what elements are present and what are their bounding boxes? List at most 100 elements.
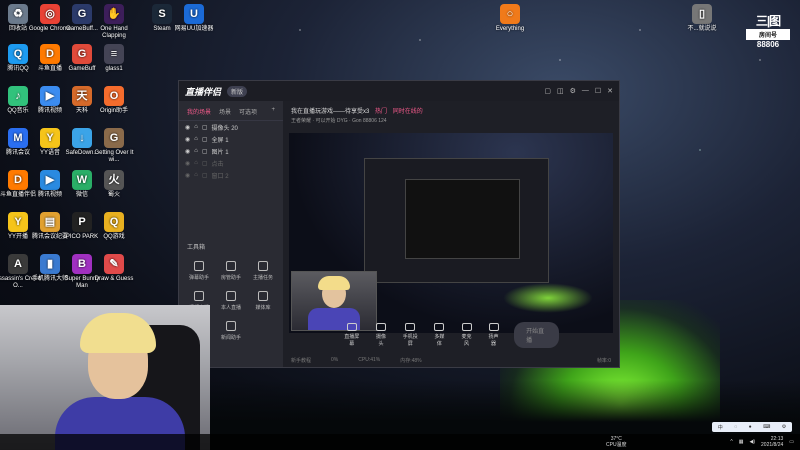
game-icon: A	[8, 254, 28, 274]
gift-icon[interactable]: ◫	[557, 87, 564, 95]
streamer-hair	[318, 276, 350, 290]
eye-icon[interactable]: ◉	[185, 124, 190, 131]
scene-item[interactable]: ◉ ⌂ ▢ 图片 1	[179, 145, 283, 157]
tool-item[interactable]: 本人直播	[215, 291, 247, 311]
eye-icon[interactable]: ◉	[185, 148, 190, 155]
tray-expand-icon[interactable]: ^	[730, 439, 732, 445]
chrome-icon: ◎	[40, 4, 60, 24]
game-icon: ✋	[104, 4, 124, 24]
scene-tab[interactable]: 我的场景	[187, 107, 211, 116]
scene-label: 摄像头 20	[211, 125, 238, 132]
source-control[interactable]: 扬声器	[487, 323, 500, 347]
desktop-icon[interactable]: Q QQ游戏	[90, 212, 138, 241]
ime-settings-icon[interactable]: ⚙	[782, 424, 786, 430]
scene-tab[interactable]: 可选项	[239, 107, 257, 116]
origin-icon: O	[104, 86, 124, 106]
ime-toolbar[interactable]: 中 ◌ ● ⌨ ⚙	[712, 422, 792, 432]
desktop-icon[interactable]: ✋ One Hand Clapping	[90, 4, 138, 40]
steam-icon: S	[152, 4, 172, 24]
desktop-icon[interactable]: O Origin助手	[90, 86, 138, 115]
desktop-icon[interactable]: U 网易UU加速器	[170, 4, 218, 33]
tool-icon	[258, 291, 268, 301]
clock[interactable]: 22:13 2021/8/24	[761, 436, 783, 448]
tool-icon	[226, 291, 236, 301]
stream-title-text[interactable]: 我在直播玩游戏——待享受x3	[291, 109, 369, 115]
desktop-icon[interactable]: ✎ Draw & Guess	[90, 254, 138, 283]
control-icon	[375, 323, 386, 331]
start-stream-button[interactable]: 开始直播	[514, 322, 559, 348]
recycle-bin-icon: ♻	[8, 4, 28, 24]
desktop-icon-label: 网易UU加速器	[174, 26, 214, 32]
desktop-icon-label: Origin助手	[99, 108, 128, 114]
weather-widget[interactable]: 37°C CPU温度	[606, 436, 627, 448]
volume-icon[interactable]: ◀)	[750, 439, 756, 445]
stream-title[interactable]: 我在直播玩游戏——待享受x3 热门 同时在线的	[283, 101, 619, 115]
source-control[interactable]: 麦克风	[460, 323, 473, 347]
tool-item[interactable]: 主播任务	[247, 261, 279, 281]
source-control[interactable]: 摄像头	[374, 323, 387, 347]
file-icon: ≡	[104, 44, 124, 64]
lock-icon[interactable]: ⌂	[194, 160, 198, 166]
eye-icon[interactable]: ◉	[185, 136, 190, 143]
lock-icon[interactable]: ⌂	[194, 172, 198, 178]
notification-icon[interactable]: ▭	[789, 439, 794, 445]
desktop-icon[interactable]: ≡ glass1	[90, 44, 138, 73]
control-label: 扬声器	[488, 334, 499, 347]
message-icon[interactable]: ▢	[544, 87, 551, 95]
app-version-badge[interactable]: 新版	[227, 85, 248, 97]
camera-overlay[interactable]	[291, 271, 377, 331]
stream-preview[interactable]	[289, 133, 613, 333]
app-title-bar[interactable]: 直播伴侣 新版 ▢ ◫ ⚙ — ☐ ✕	[179, 81, 619, 101]
source-control[interactable]: 手机投屏	[401, 323, 418, 347]
desktop-icon[interactable]: G Getting Over It wi...	[90, 128, 138, 164]
download-icon: ↓	[72, 128, 92, 148]
scene-tab[interactable]: 场景	[219, 107, 231, 116]
desktop-icon-label: Getting Over It wi...	[94, 150, 134, 163]
desktop-icon[interactable]: ○ Everything	[486, 4, 534, 33]
scene-item[interactable]: ◉ ⌂ ▢ 窗口 2	[179, 169, 283, 181]
network-icon[interactable]: ▦	[739, 439, 744, 445]
ime-lang-icon[interactable]: 中	[718, 424, 723, 431]
add-scene-icon[interactable]: +	[271, 107, 275, 116]
scene-item[interactable]: ◉ ⌂ ▢ 摄像头 20	[179, 121, 283, 133]
ime-mic-icon[interactable]: ●	[749, 424, 752, 430]
scene-item[interactable]: ◉ ⌂ ▢ 全屏 1	[179, 133, 283, 145]
control-icon	[405, 323, 416, 331]
ime-keyboard-icon[interactable]: ⌨	[763, 424, 770, 430]
lock-icon[interactable]: ⌂	[194, 136, 198, 142]
source-icon: ▢	[201, 148, 208, 155]
maximize-icon[interactable]: ☐	[595, 87, 601, 95]
desktop-icon[interactable]: ▯ 不...就说说	[678, 4, 726, 33]
tool-label: 弹幕助手	[188, 275, 209, 281]
tool-item[interactable]: 媒体库	[247, 291, 279, 311]
lock-icon[interactable]: ⌂	[194, 124, 198, 130]
eye-icon[interactable]: ◉	[185, 160, 190, 167]
desktop-icon-label: Draw & Guess	[94, 276, 134, 282]
game-icon: B	[72, 254, 92, 274]
tool-item[interactable]: 弹幕助手	[183, 261, 215, 281]
streaming-app-window[interactable]: 直播伴侣 新版 ▢ ◫ ⚙ — ☐ ✕ 我的场景 场景 可选项 + ◉ ⌂ ▢ 摄像头 20…	[178, 80, 620, 368]
source-control[interactable]: 多媒体	[433, 323, 446, 347]
tool-label: 本人直播	[220, 305, 241, 311]
source-icon: ▢	[201, 124, 208, 131]
qq-game-icon: Q	[104, 212, 124, 232]
scene-item[interactable]: ◉ ⌂ ▢ 点击	[179, 157, 283, 169]
tool-icon	[194, 291, 204, 301]
minimize-icon[interactable]: —	[582, 87, 589, 95]
desktop-icon-label: QQ游戏	[103, 234, 125, 240]
settings-icon[interactable]: ⚙	[570, 87, 576, 95]
ime-punct-icon[interactable]: ◌	[734, 424, 737, 430]
lock-icon[interactable]: ⌂	[194, 148, 198, 154]
desktop-icon[interactable]: 火蜀火	[90, 170, 138, 199]
taskbar[interactable]	[0, 434, 800, 450]
control-label: 手机投屏	[402, 334, 418, 347]
close-icon[interactable]: ✕	[607, 87, 613, 95]
tool-item[interactable]: 房管助手	[215, 261, 247, 281]
game-icon: ✎	[104, 254, 124, 274]
tool-item[interactable]: 新闻助手	[215, 321, 247, 341]
tool-icon	[226, 261, 236, 271]
source-control[interactable]: 直播屏幕	[343, 323, 360, 347]
eye-icon[interactable]: ◉	[185, 172, 190, 179]
yy-icon: Y	[40, 128, 60, 148]
toolbox-title: 工具箱	[187, 245, 206, 251]
